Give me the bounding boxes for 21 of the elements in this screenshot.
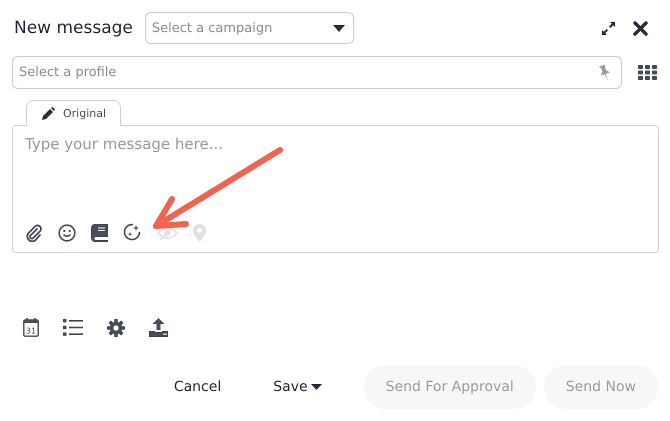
caret-icon — [332, 24, 345, 32]
expand-icon[interactable] — [602, 22, 615, 34]
save-button[interactable]: Save — [251, 365, 344, 409]
pin-icon[interactable] — [597, 64, 613, 82]
cancel-button[interactable]: Cancel — [152, 365, 244, 409]
paperclip-icon[interactable] — [25, 224, 43, 242]
settings-icon[interactable] — [107, 318, 125, 336]
sparkle-icon[interactable] — [123, 223, 142, 242]
profile-field[interactable]: Select a profile — [12, 56, 622, 89]
campaign-select[interactable]: Select a campaign — [144, 12, 354, 44]
calendar-icon[interactable]: 31 — [23, 318, 39, 337]
dialog-title: New message — [14, 18, 133, 38]
list-icon[interactable] — [63, 319, 83, 336]
book-icon[interactable] — [91, 224, 108, 242]
tab[interactable]: Original — [26, 100, 122, 126]
caret-icon — [310, 384, 322, 390]
close-icon[interactable] — [633, 20, 648, 36]
smiley-icon[interactable] — [58, 224, 76, 242]
upload-icon[interactable] — [149, 318, 168, 337]
pencil-icon — [41, 106, 55, 120]
grid-icon[interactable] — [638, 65, 657, 80]
